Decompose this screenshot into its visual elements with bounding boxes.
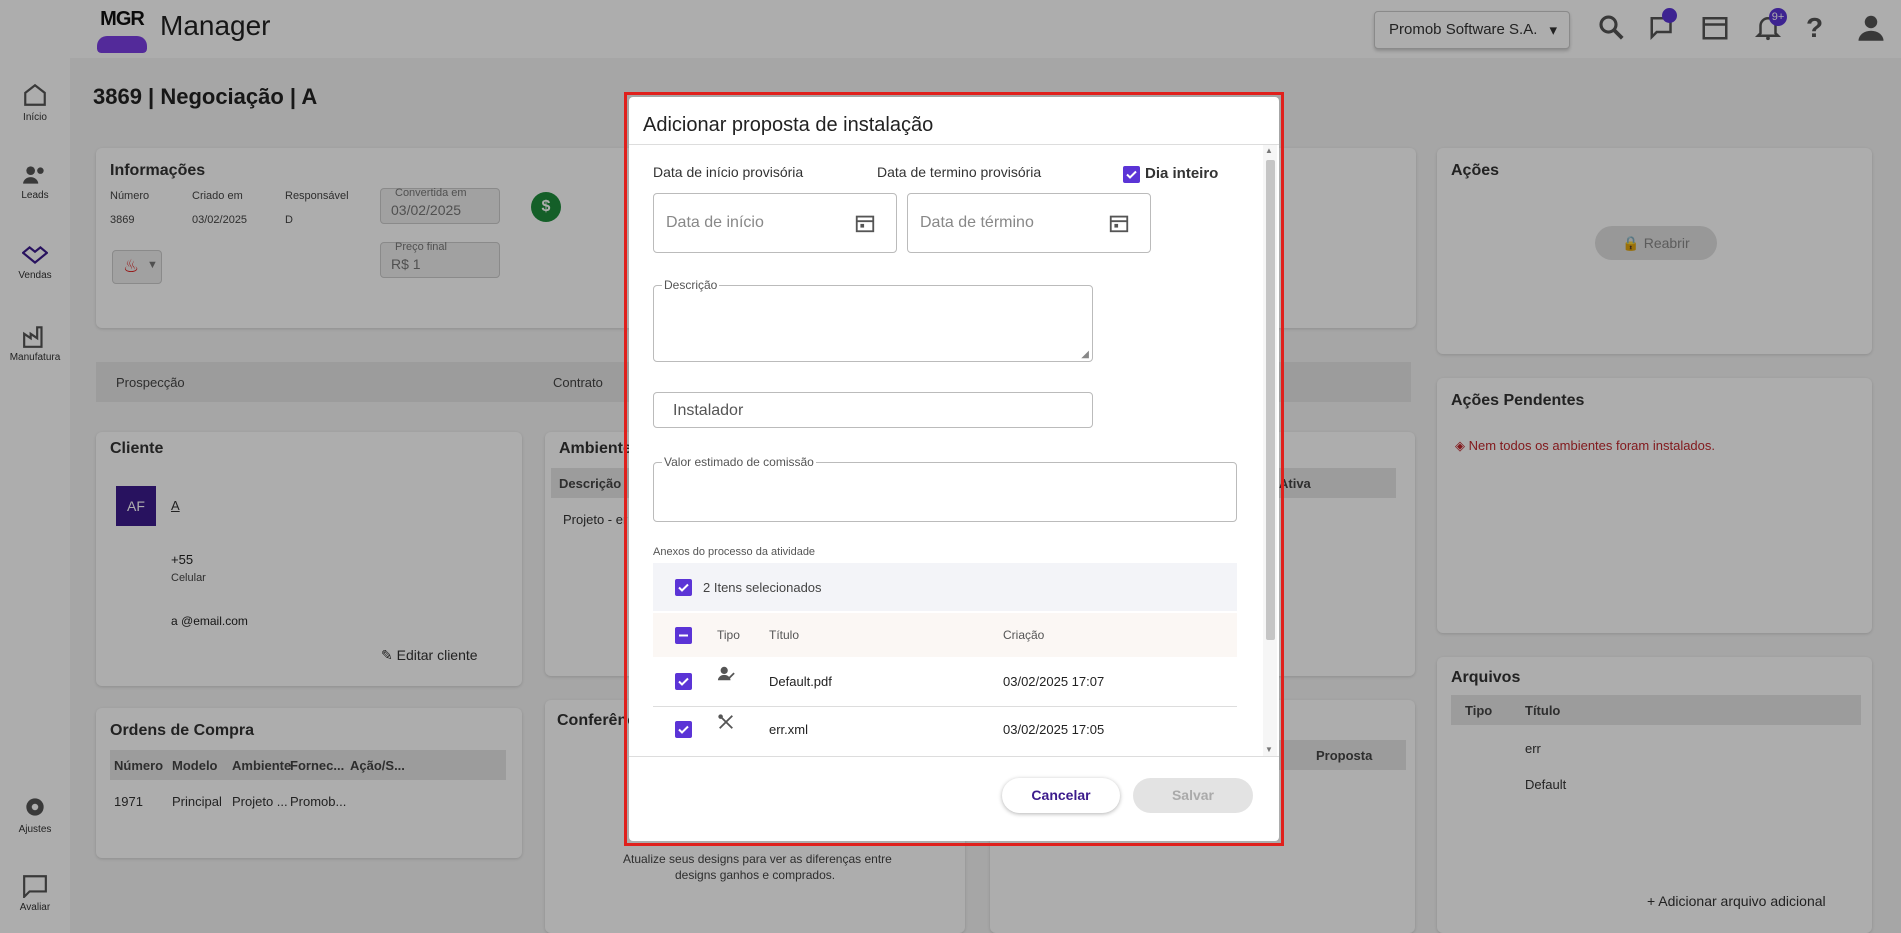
user-pen-icon (717, 666, 735, 681)
attachments-label: Anexos do processo da atividade (653, 546, 816, 558)
start-date-label: Data de início provisória (653, 164, 804, 180)
selected-count: 2 Itens selecionados (703, 580, 822, 595)
row-checkbox[interactable] (675, 673, 692, 690)
scroll-down-arrow[interactable]: ▼ (1265, 745, 1273, 754)
start-date-input[interactable]: Data de início (653, 193, 897, 253)
modal-body: Data de início provisória Data de termin… (629, 144, 1279, 757)
select-all-checkbox[interactable] (675, 579, 692, 596)
installer-input[interactable]: Instalador (653, 392, 1093, 428)
attachments-table-header: Tipo Título Criação (653, 613, 1237, 657)
selection-bar: 2 Itens selecionados (653, 563, 1237, 611)
end-date-input[interactable]: Data de término (907, 193, 1151, 253)
calendar-icon[interactable] (854, 212, 876, 234)
header-checkbox[interactable] (675, 627, 692, 644)
attachment-row[interactable]: Default.pdf 03/02/2025 17:07 (653, 657, 1237, 705)
all-day-checkbox[interactable] (1123, 166, 1140, 183)
scroll-up-arrow[interactable]: ▲ (1265, 146, 1273, 155)
resize-handle[interactable]: ◢ (1081, 349, 1089, 360)
save-button[interactable]: Salvar (1133, 778, 1253, 813)
installation-proposal-dialog: Adicionar proposta de instalação Data de… (629, 97, 1279, 841)
description-textarea[interactable]: Descrição ◢ (653, 278, 1093, 362)
tools-icon (718, 714, 733, 729)
cancel-button[interactable]: Cancelar (1002, 778, 1120, 813)
row-checkbox[interactable] (675, 721, 692, 738)
scrollbar-thumb[interactable] (1266, 160, 1275, 640)
commission-input[interactable]: Valor estimado de comissão (653, 455, 1237, 522)
attachment-row[interactable]: err.xml 03/02/2025 17:05 (653, 707, 1237, 755)
modal-title: Adicionar proposta de instalação (643, 114, 934, 136)
all-day-label: Dia inteiro (1145, 165, 1219, 182)
end-date-label: Data de termino provisória (877, 164, 1042, 180)
calendar-icon[interactable] (1108, 212, 1130, 234)
